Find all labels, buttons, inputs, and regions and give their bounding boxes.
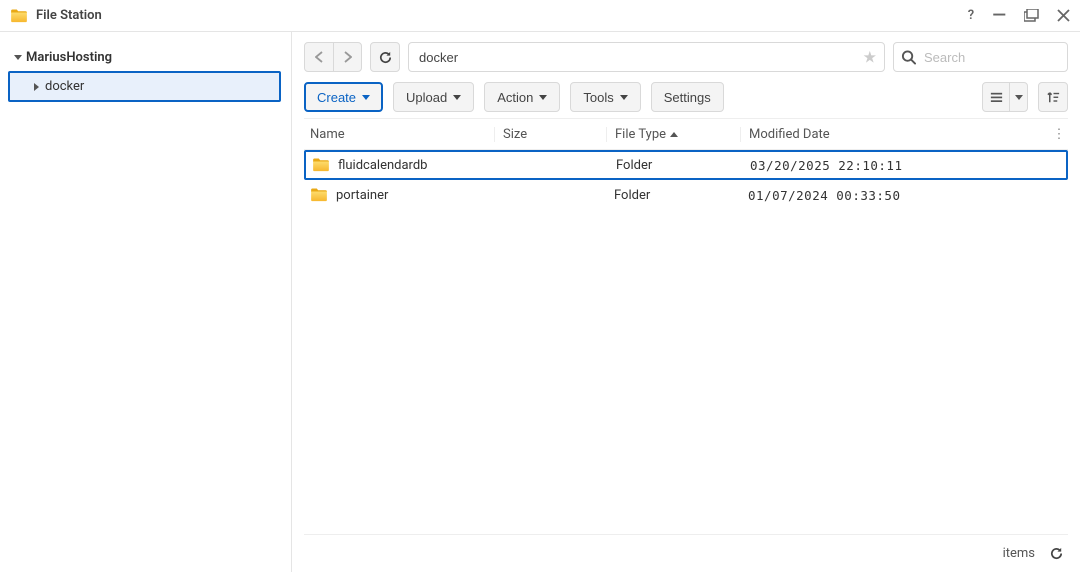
column-size[interactable]: Size [494, 127, 606, 142]
create-button[interactable]: Create [304, 82, 383, 112]
action-button[interactable]: Action [484, 82, 560, 112]
action-label: Action [497, 90, 533, 105]
table-body: fluidcalendardb Folder03/20/2025 22:10:11… [304, 150, 1068, 210]
folder-icon [312, 158, 330, 172]
footer-refresh-button[interactable] [1049, 546, 1064, 561]
close-icon[interactable] [1057, 9, 1070, 22]
maximize-icon[interactable] [1024, 9, 1039, 22]
tree-root-label: MariusHosting [26, 50, 112, 65]
row-modified: 01/07/2024 00:33:50 [740, 188, 1068, 203]
help-icon[interactable]: ? [968, 8, 974, 23]
table-header: Name Size File Type Modified Date ⋮ [304, 118, 1068, 150]
column-modified[interactable]: Modified Date [740, 127, 1050, 142]
chevron-down-icon [453, 95, 461, 100]
tools-label: Tools [583, 90, 613, 105]
tree-root[interactable]: MariusHosting [8, 44, 281, 71]
titlebar: File Station ? — [0, 0, 1080, 32]
upload-label: Upload [406, 90, 447, 105]
nav-back-button[interactable] [305, 43, 333, 71]
create-label: Create [317, 90, 356, 105]
row-name: fluidcalendardb [338, 158, 427, 173]
chevron-down-icon [620, 95, 628, 100]
row-name: portainer [336, 188, 388, 203]
tools-button[interactable]: Tools [570, 82, 640, 112]
sidebar-item-docker[interactable]: docker [10, 73, 279, 100]
table-row[interactable]: fluidcalendardb Folder03/20/2025 22:10:11 [304, 150, 1068, 180]
chevron-down-icon [14, 55, 22, 60]
app-folder-icon [10, 9, 28, 23]
chevron-down-icon [362, 95, 370, 100]
view-options-button[interactable] [1009, 83, 1027, 111]
column-type[interactable]: File Type [606, 127, 740, 142]
search-input[interactable] [893, 42, 1068, 72]
column-name[interactable]: Name [304, 127, 494, 142]
nav-group [304, 42, 362, 72]
chevron-down-icon [539, 95, 547, 100]
sort-asc-icon [670, 132, 678, 137]
settings-label: Settings [664, 90, 711, 105]
table-row[interactable]: portainer Folder01/07/2024 00:33:50 [304, 180, 1068, 210]
items-label: items [1003, 546, 1035, 561]
sidebar-item-label: docker [45, 79, 84, 94]
nav-forward-button[interactable] [333, 43, 361, 71]
app-title: File Station [36, 8, 968, 23]
minimize-icon[interactable]: — [992, 12, 1006, 20]
status-bar: items [304, 534, 1068, 572]
folder-icon [310, 188, 328, 202]
search-icon [901, 50, 916, 65]
view-list-button[interactable] [983, 83, 1009, 111]
row-type: Folder [606, 188, 740, 203]
sidebar: MariusHosting docker [0, 32, 292, 572]
chevron-right-icon [34, 83, 39, 91]
settings-button[interactable]: Settings [651, 82, 724, 112]
refresh-button[interactable] [370, 42, 400, 72]
path-input[interactable] [408, 42, 885, 72]
chevron-down-icon [1015, 95, 1023, 100]
row-type: Folder [608, 158, 742, 173]
main-panel: ★ Create Upload Action Tools [292, 32, 1080, 572]
star-icon[interactable]: ★ [863, 48, 877, 67]
row-modified: 03/20/2025 22:10:11 [742, 158, 1066, 173]
upload-button[interactable]: Upload [393, 82, 474, 112]
sort-button[interactable] [1038, 82, 1068, 112]
column-more-icon[interactable]: ⋮ [1050, 127, 1068, 142]
